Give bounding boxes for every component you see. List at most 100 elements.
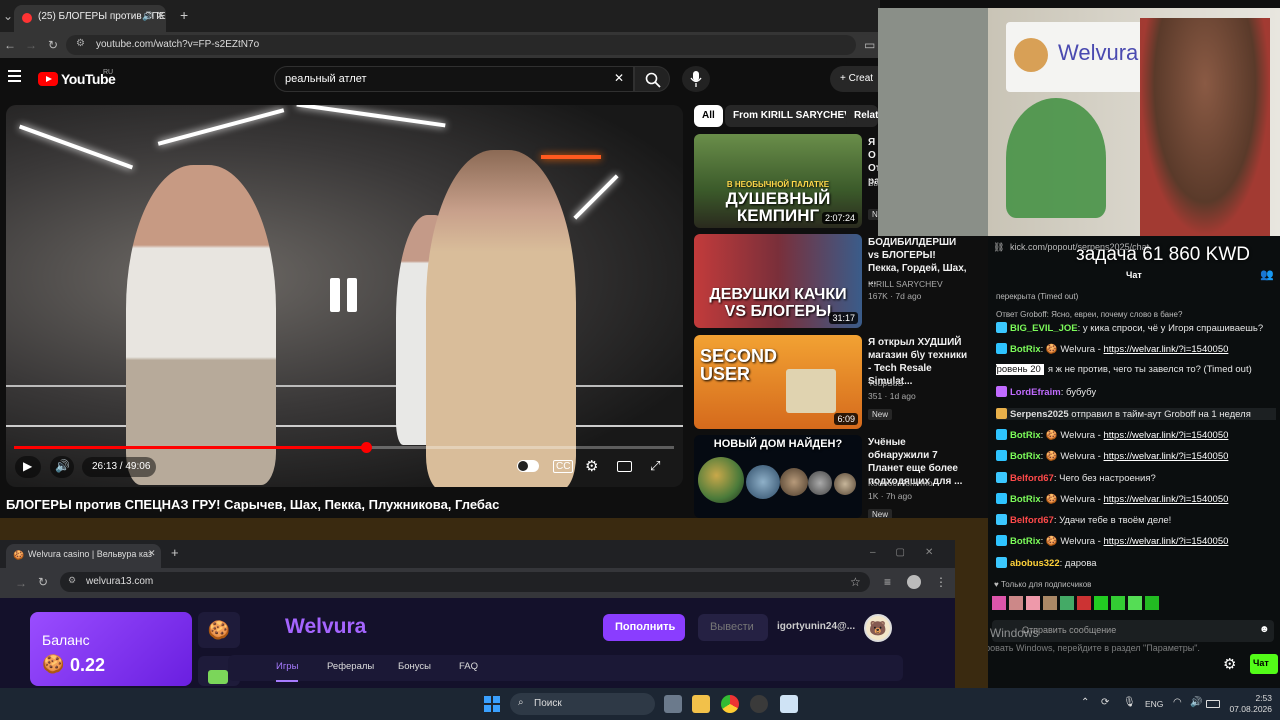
clear-search-icon[interactable]: ✕ bbox=[614, 71, 624, 85]
rec-thumbnail[interactable]: SECOND USER 6:09 bbox=[694, 335, 862, 429]
autoplay-toggle[interactable] bbox=[517, 460, 539, 472]
rec-thumbnail[interactable]: НОВЫЙ ДОМ НАЙДЕН? bbox=[694, 435, 862, 518]
emote-icon[interactable] bbox=[1026, 596, 1040, 610]
tab-audio-icon[interactable]: 🔊 bbox=[142, 11, 153, 22]
nav-games[interactable]: Игры bbox=[276, 661, 299, 682]
search-input[interactable]: реальный атлет bbox=[274, 66, 634, 92]
reload-icon[interactable]: ↻ bbox=[38, 575, 48, 589]
settings-gear-icon[interactable]: ⚙ bbox=[585, 457, 598, 475]
new-tab-icon[interactable]: + bbox=[180, 7, 188, 23]
username[interactable]: igortyunin24@... bbox=[777, 621, 855, 632]
chat-settings-gear-icon[interactable]: ⚙ bbox=[1223, 655, 1236, 673]
chat-username[interactable]: Belford67 bbox=[1010, 515, 1054, 526]
chat-username[interactable]: BotRix bbox=[1010, 494, 1041, 505]
emote-icon[interactable] bbox=[1145, 596, 1159, 610]
back-icon[interactable]: ← bbox=[4, 38, 16, 52]
chat-link[interactable]: https://welvar.link/?i=1540050 bbox=[1103, 451, 1228, 462]
pause-overlay-icon[interactable] bbox=[330, 278, 360, 312]
tray-mic-icon[interactable]: 🎙 bbox=[1123, 697, 1136, 708]
forward-icon[interactable]: → bbox=[15, 576, 27, 590]
task-view-icon[interactable] bbox=[664, 695, 682, 713]
search-button[interactable] bbox=[634, 66, 670, 92]
subtitles-icon[interactable]: CC bbox=[553, 460, 574, 473]
withdraw-button[interactable]: Вывести bbox=[698, 614, 768, 641]
chat-username[interactable]: BotRix bbox=[1010, 536, 1041, 547]
nav-bonuses[interactable]: Бонусы bbox=[398, 661, 431, 672]
chat-username[interactable]: Belford67 bbox=[1010, 473, 1054, 484]
chrome-icon[interactable] bbox=[721, 695, 739, 713]
chat-username[interactable]: BotRix bbox=[1010, 451, 1041, 462]
video-player[interactable] bbox=[6, 105, 683, 487]
browser-menu-icon[interactable]: ⋮ bbox=[935, 575, 947, 589]
rec-channel[interactable]: Космос Понятно bbox=[868, 477, 968, 489]
chat-send-button[interactable]: Чат bbox=[1250, 654, 1278, 674]
deposit-button[interactable]: Пополнить bbox=[603, 614, 685, 641]
emote-icon[interactable] bbox=[1094, 596, 1108, 610]
chat-link[interactable]: https://welvar.link/?i=1540050 bbox=[1103, 494, 1228, 505]
emoji-icon[interactable]: ☻ bbox=[1259, 624, 1270, 635]
casino-address-bar[interactable]: ⚙ welvura13.com bbox=[60, 572, 870, 592]
emote-icon[interactable] bbox=[992, 596, 1006, 610]
chat-username[interactable]: BotRix bbox=[1010, 430, 1041, 441]
menu-icon[interactable] bbox=[8, 70, 21, 82]
theater-mode-icon[interactable] bbox=[617, 461, 632, 472]
start-windows-icon[interactable] bbox=[484, 696, 500, 712]
tray-app-icon[interactable]: ⟳ bbox=[1101, 697, 1109, 708]
chat-link[interactable]: https://welvar.link/?i=1540050 bbox=[1103, 430, 1228, 441]
welvura-logo[interactable]: Welvura bbox=[285, 615, 366, 639]
window-controls[interactable]: –▢✕ bbox=[870, 547, 953, 558]
profile-avatar-icon[interactable] bbox=[907, 575, 921, 589]
chat-username[interactable]: Уровень 20 bbox=[996, 364, 1044, 375]
battery-icon[interactable] bbox=[1206, 700, 1220, 708]
bookmark-star-icon[interactable]: ☆ bbox=[850, 575, 861, 589]
emote-icon[interactable] bbox=[1077, 596, 1091, 610]
file-explorer-icon[interactable] bbox=[692, 695, 710, 713]
emote-icon[interactable] bbox=[1043, 596, 1057, 610]
chip-from-channel[interactable]: From KIRILL SARYCHEV bbox=[725, 105, 859, 127]
media-controls-icon[interactable]: ≡ bbox=[884, 575, 891, 589]
emote-icon[interactable] bbox=[1060, 596, 1074, 610]
nav-faq[interactable]: FAQ bbox=[459, 661, 478, 672]
tab-list-icon[interactable]: ⌄ bbox=[3, 9, 13, 23]
app-icon[interactable] bbox=[750, 695, 768, 713]
chip-all[interactable]: All bbox=[694, 105, 723, 127]
emote-icon[interactable] bbox=[1111, 596, 1125, 610]
emote-icon[interactable] bbox=[1009, 596, 1023, 610]
cast-icon[interactable]: ▭ bbox=[864, 38, 875, 52]
site-info-icon[interactable]: ⚙ bbox=[68, 575, 76, 586]
notepad-icon[interactable] bbox=[780, 695, 798, 713]
chat-link[interactable]: https://welvar.link/?i=1540050 bbox=[1103, 344, 1228, 355]
voice-search-button[interactable] bbox=[682, 66, 710, 92]
new-tab-icon[interactable]: + bbox=[171, 545, 179, 560]
rec-thumbnail[interactable]: ДЕВУШКИ КАЧКИ VS БЛОГЕРЫ 31:17 bbox=[694, 234, 862, 328]
cookie-menu-icon[interactable]: 🍪 bbox=[198, 612, 240, 648]
rec-channel[interactable]: Вы bbox=[868, 177, 878, 189]
rec-channel[interactable]: KIRILL SARYCHEV bbox=[868, 278, 968, 290]
volume-button[interactable]: 🔊 bbox=[50, 456, 74, 478]
tab-close-icon[interactable]: ✕ bbox=[148, 548, 156, 559]
reload-icon[interactable]: ↻ bbox=[48, 38, 58, 52]
chat-username[interactable]: BotRix bbox=[1010, 344, 1041, 355]
nav-referrals[interactable]: Рефералы bbox=[327, 661, 374, 672]
chat-username[interactable]: LordEfraim bbox=[1010, 387, 1061, 398]
wifi-icon[interactable]: ◠ bbox=[1173, 697, 1182, 708]
volume-icon[interactable]: 🔊 bbox=[1190, 697, 1202, 708]
emote-icon[interactable] bbox=[1128, 596, 1142, 610]
youtube-logo-icon[interactable] bbox=[38, 72, 58, 86]
taskbar-search[interactable]: ⌕ Поиск bbox=[510, 693, 655, 715]
forward-icon[interactable]: → bbox=[25, 38, 37, 52]
chat-username[interactable]: BIG_EVIL_JOE bbox=[1010, 323, 1078, 334]
tray-clock[interactable]: 2:53 07.08.2026 bbox=[1228, 693, 1272, 715]
chat-username[interactable]: Serpens2025 bbox=[1010, 409, 1069, 420]
tab-close-icon[interactable]: ✕ bbox=[156, 9, 165, 22]
rec-channel[interactable]: YoupSuS bbox=[868, 377, 968, 389]
emote-bar[interactable] bbox=[992, 596, 1182, 610]
users-icon[interactable]: 👥 bbox=[1260, 268, 1274, 281]
play-button[interactable]: ▶ bbox=[15, 456, 41, 478]
address-bar[interactable]: ⚙ youtube.com/watch?v=FP-s2EZtN7o bbox=[66, 35, 856, 55]
chat-link[interactable]: https://welvar.link/?i=1540050 bbox=[1103, 536, 1228, 547]
bear-avatar-icon[interactable]: 🐻 bbox=[864, 614, 892, 642]
site-info-icon[interactable]: ⚙ bbox=[76, 38, 85, 49]
rec-thumbnail[interactable]: В НЕОБЫЧНОЙ ПАЛАТКЕ ДУШЕВНЫЙ КЕМПИНГ 2:0… bbox=[694, 134, 862, 228]
chat-username[interactable]: abobus322 bbox=[1010, 558, 1060, 569]
